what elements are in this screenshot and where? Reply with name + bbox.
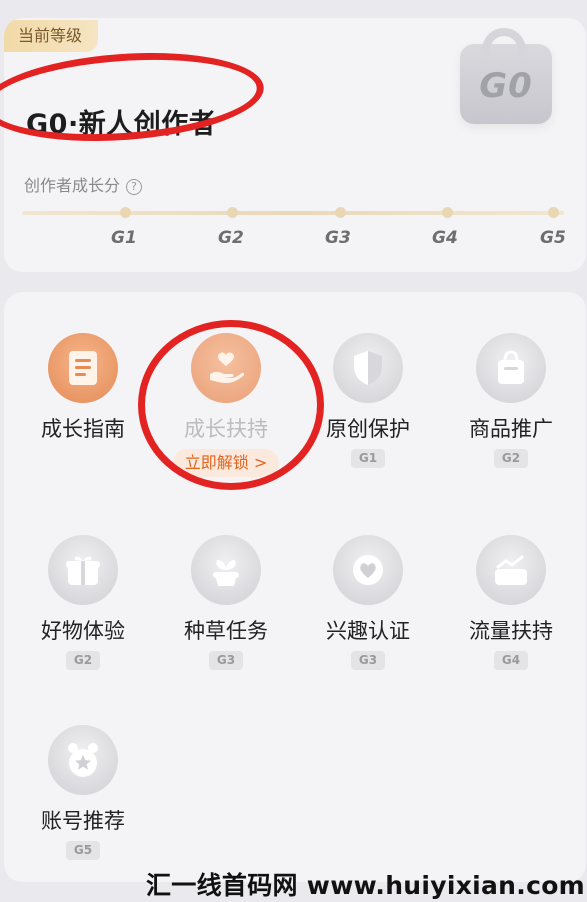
grade-badge: G2 bbox=[65, 651, 101, 670]
feature-growth-guide[interactable]: 成长指南 bbox=[13, 333, 153, 443]
feature-label: 好物体验 bbox=[41, 619, 125, 643]
shield-icon bbox=[333, 333, 403, 403]
grade-badge: G1 bbox=[350, 449, 386, 468]
growth-score-text: 创作者成长分 bbox=[24, 176, 121, 195]
help-icon[interactable]: ? bbox=[126, 179, 143, 195]
feature-label: 商品推广 bbox=[469, 417, 553, 441]
milestone-label: G4 bbox=[432, 228, 458, 248]
milestone-dot bbox=[120, 207, 131, 218]
annotation-circle bbox=[138, 320, 324, 490]
feature-traffic-support[interactable]: 流量扶持 G4 bbox=[441, 535, 581, 670]
grade-badge: G4 bbox=[493, 651, 529, 670]
grade-badge: G3 bbox=[208, 651, 244, 670]
feature-good-item-trial[interactable]: 好物体验 G2 bbox=[13, 535, 153, 670]
sprout-pot-icon bbox=[191, 535, 261, 605]
growth-score-label[interactable]: 创作者成长分? bbox=[24, 172, 143, 196]
document-icon bbox=[48, 333, 118, 403]
feature-seeding-task[interactable]: 种草任务 G3 bbox=[156, 535, 296, 670]
milestone-label: G2 bbox=[218, 228, 244, 248]
level-badge-icon: G0 bbox=[460, 28, 552, 124]
gift-box-icon bbox=[48, 535, 118, 605]
feature-label: 流量扶持 bbox=[469, 619, 553, 643]
feature-label: 兴趣认证 bbox=[326, 619, 410, 643]
feature-account-recommendation[interactable]: 账号推荐 G5 bbox=[13, 725, 153, 860]
current-level-tag: 当前等级 bbox=[4, 20, 99, 52]
milestone-dot bbox=[442, 207, 453, 218]
watermark-text: 汇一线首码网 www.huiyixian.com bbox=[146, 871, 586, 900]
milestone-label: G3 bbox=[325, 228, 351, 248]
badge-text: G0 bbox=[479, 66, 533, 106]
milestone-label: G1 bbox=[111, 228, 137, 248]
feature-label: 种草任务 bbox=[184, 619, 268, 643]
grade-badge: G3 bbox=[350, 651, 386, 670]
heart-badge-icon bbox=[333, 535, 403, 605]
feature-interest-certification[interactable]: 兴趣认证 G3 bbox=[298, 535, 438, 670]
feature-label: 账号推荐 bbox=[41, 809, 125, 833]
feature-product-promotion[interactable]: 商品推广 G2 bbox=[441, 333, 581, 468]
milestone-label: G5 bbox=[540, 228, 566, 248]
grade-badge: G5 bbox=[65, 841, 101, 860]
milestone-dot bbox=[227, 207, 238, 218]
milestone-dot bbox=[548, 207, 559, 218]
feature-label: 成长指南 bbox=[41, 417, 125, 441]
trend-icon bbox=[476, 535, 546, 605]
star-medal-icon bbox=[48, 725, 118, 795]
progress-track bbox=[22, 211, 564, 215]
badge-loop bbox=[482, 28, 526, 60]
shopping-bag-icon bbox=[476, 333, 546, 403]
milestone-dot bbox=[335, 207, 346, 218]
grade-badge: G2 bbox=[493, 449, 529, 468]
